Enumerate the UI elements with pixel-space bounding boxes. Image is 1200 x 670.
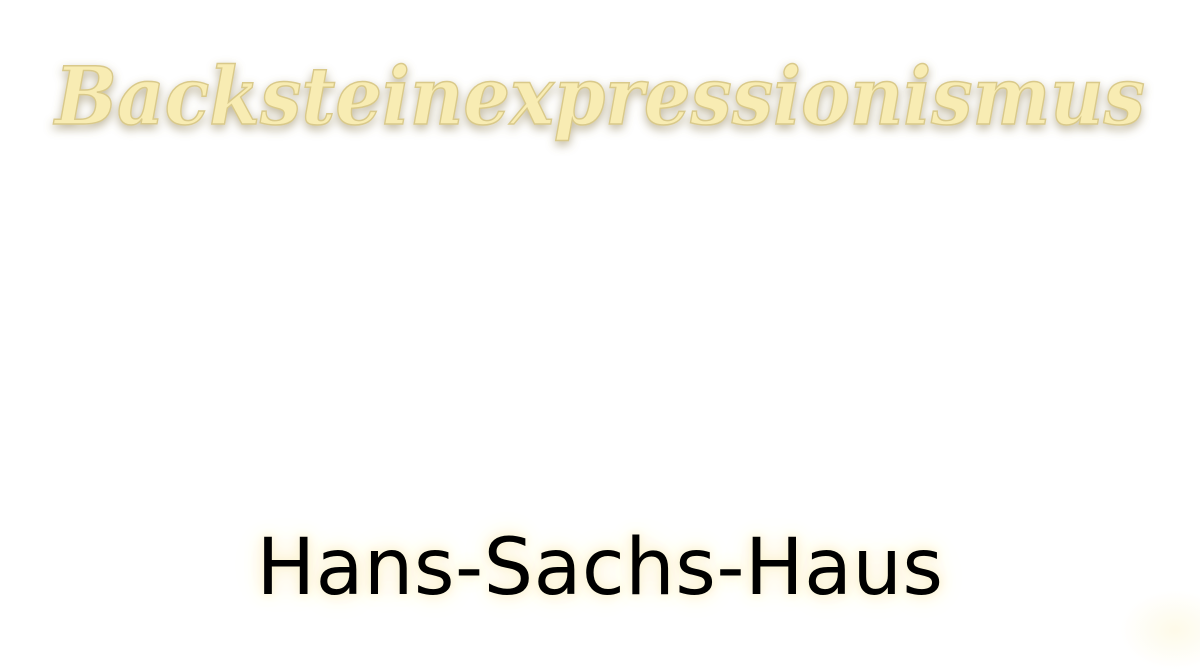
building-caption: Hans-Sachs-Haus (256, 523, 944, 613)
banner-canvas: Backsteinexpressionismus Hans-Sachs-Haus (0, 0, 1200, 670)
decorative-wordmark: Backsteinexpressionismus (52, 48, 1145, 144)
logo-wordmark-text: Backsteinexpressionismus (53, 49, 1145, 143)
logo-banner: Backsteinexpressionismus (0, 28, 1200, 158)
